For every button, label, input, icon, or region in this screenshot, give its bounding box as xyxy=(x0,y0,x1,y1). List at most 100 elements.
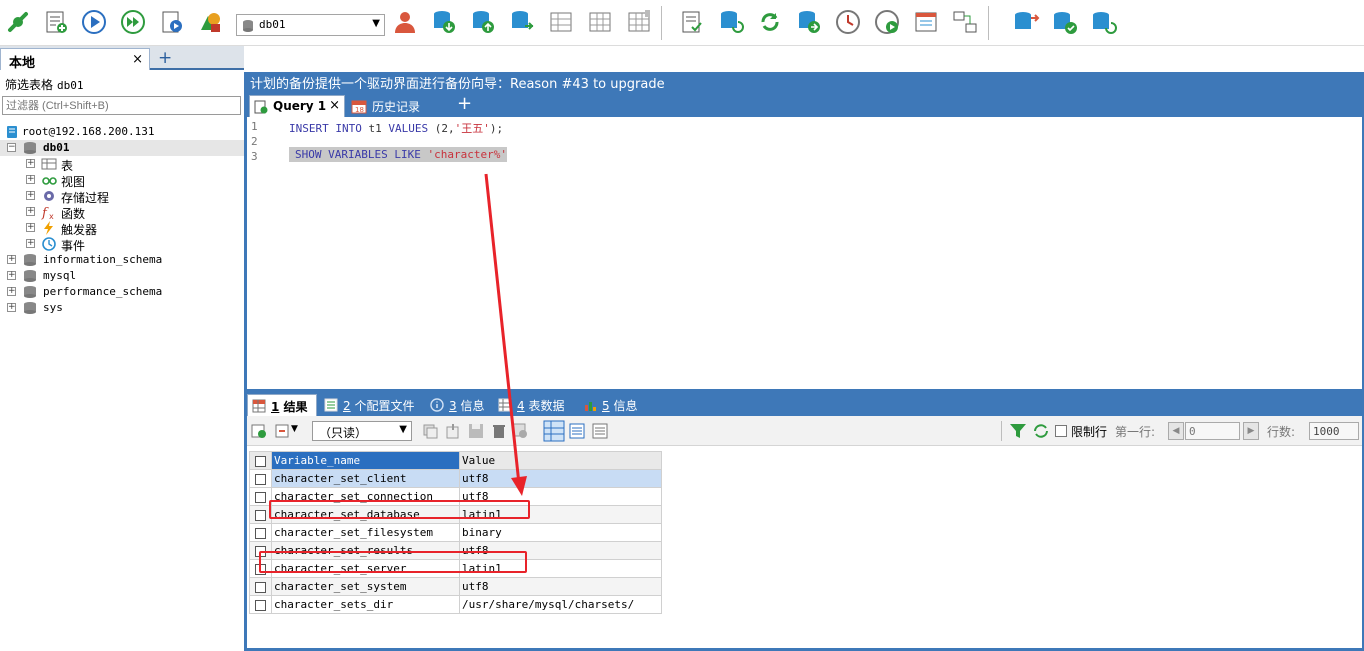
tree-connection[interactable]: root@192.168.200.131 xyxy=(4,124,244,140)
refresh-icon[interactable] xyxy=(1032,422,1050,440)
expand-icon[interactable]: + xyxy=(26,239,35,248)
expand-icon[interactable]: + xyxy=(26,207,35,216)
db-stack-icon[interactable] xyxy=(1012,8,1040,36)
row-checkbox[interactable] xyxy=(249,469,272,488)
column-header[interactable]: Value xyxy=(459,451,662,470)
play-next-icon[interactable] xyxy=(873,8,901,36)
window-icon[interactable] xyxy=(912,8,940,36)
run-all-icon[interactable] xyxy=(119,8,147,36)
tab-profiles[interactable]: 2 个配置文件 xyxy=(320,394,416,416)
row-checkbox[interactable] xyxy=(249,523,272,542)
tree-item-events[interactable]: + 事件 xyxy=(26,236,226,253)
filter-icon[interactable] xyxy=(1009,422,1027,440)
run-script-icon[interactable] xyxy=(158,8,186,36)
cell-variable-name[interactable]: character_sets_dir xyxy=(271,595,460,614)
delete-icon[interactable] xyxy=(490,422,508,440)
cell-variable-name[interactable]: character_set_filesystem xyxy=(271,523,460,542)
cell-value[interactable]: utf8 xyxy=(459,577,662,596)
collapse-icon[interactable]: − xyxy=(7,143,16,152)
close-icon[interactable]: × xyxy=(329,98,340,113)
sql-editor[interactable]: 1 2 3 INSERT INTO t1 VALUES (2,'王五'); SH… xyxy=(247,117,1362,389)
expand-icon[interactable]: + xyxy=(26,191,35,200)
schema-icon[interactable] xyxy=(197,8,225,36)
refresh-db-icon[interactable] xyxy=(717,8,745,36)
tree-db-information-schema[interactable]: + information_schema xyxy=(7,252,237,268)
duplicate-icon[interactable] xyxy=(444,422,462,440)
user-icon[interactable] xyxy=(391,8,419,36)
add-row-icon[interactable] xyxy=(250,422,268,440)
cell-variable-name[interactable]: character_set_client xyxy=(271,469,460,488)
cell-value[interactable]: binary xyxy=(459,523,662,542)
db-check-icon[interactable] xyxy=(1051,8,1079,36)
reload-icon[interactable] xyxy=(756,8,784,36)
tree-item-views[interactable]: + 视图 xyxy=(26,172,226,189)
tab-table-data[interactable]: 4 表数据 xyxy=(494,394,572,416)
expand-icon[interactable]: + xyxy=(7,303,16,312)
expand-icon[interactable]: + xyxy=(26,223,35,232)
diagram-icon[interactable] xyxy=(951,8,979,36)
select-all-checkbox[interactable] xyxy=(249,451,272,470)
tab-info[interactable]: 3 信息 xyxy=(426,394,492,416)
table-grid2-icon[interactable] xyxy=(625,8,653,36)
readonly-select[interactable]: （只读） ▼ xyxy=(312,421,412,441)
tab-info-5[interactable]: 5 信息 xyxy=(579,394,645,416)
first-row-input[interactable] xyxy=(1185,422,1240,440)
column-header[interactable]: Variable_name xyxy=(271,451,460,470)
sync-icon[interactable] xyxy=(508,8,536,36)
tree-db-mysql[interactable]: + mysql xyxy=(7,268,237,284)
grid-view-icon[interactable] xyxy=(543,420,565,442)
close-icon[interactable]: × xyxy=(132,52,143,67)
tree-item-triggers[interactable]: + 触发器 xyxy=(26,220,226,237)
expand-icon[interactable]: + xyxy=(7,255,16,264)
result-grid[interactable]: Variable_name Value character_set_client… xyxy=(249,451,662,614)
filter-input[interactable] xyxy=(2,96,241,115)
database-select[interactable]: db01 ▼ xyxy=(236,14,385,36)
cell-value[interactable]: utf8 xyxy=(459,469,662,488)
export-icon[interactable] xyxy=(274,422,292,440)
row-checkbox[interactable] xyxy=(249,577,272,596)
tab-result[interactable]: 1 结果 xyxy=(247,394,317,416)
copy-row-icon[interactable] xyxy=(421,422,439,440)
row-checkbox[interactable] xyxy=(249,595,272,614)
cell-variable-name[interactable]: character_set_system xyxy=(271,577,460,596)
tree-db-db01[interactable]: − db01 xyxy=(0,140,244,156)
text-view-icon[interactable] xyxy=(591,422,609,440)
cancel-icon[interactable] xyxy=(511,422,529,440)
restore-icon[interactable] xyxy=(469,8,497,36)
expand-icon[interactable]: + xyxy=(26,175,35,184)
expand-icon[interactable]: + xyxy=(26,159,35,168)
tree-db-sys[interactable]: + sys xyxy=(7,300,237,316)
table-row[interactable]: character_set_client utf8 xyxy=(249,469,662,488)
scheduler-icon[interactable] xyxy=(834,8,862,36)
table-row[interactable]: character_set_filesystem binary xyxy=(249,523,662,542)
form-view-icon[interactable] xyxy=(568,422,586,440)
limit-rows-checkbox[interactable] xyxy=(1055,425,1067,437)
tree-item-procedures[interactable]: + 存储过程 xyxy=(26,188,226,205)
expand-icon[interactable]: + xyxy=(7,287,16,296)
backup-icon[interactable] xyxy=(430,8,458,36)
table-row[interactable]: character_set_system utf8 xyxy=(249,577,662,596)
tree-item-tables[interactable]: + 表 xyxy=(26,156,226,173)
table-grid-icon[interactable] xyxy=(586,8,614,36)
cell-value[interactable]: /usr/share/mysql/charsets/ xyxy=(459,595,662,614)
db-add-icon[interactable] xyxy=(795,8,823,36)
tab-local[interactable]: 本地 × xyxy=(0,48,150,71)
rows-input[interactable] xyxy=(1309,422,1359,440)
next-page-button[interactable]: ▶ xyxy=(1243,422,1259,440)
table-row[interactable]: character_sets_dir /usr/share/mysql/char… xyxy=(249,595,662,614)
db-sync-icon[interactable] xyxy=(1090,8,1118,36)
upgrade-info-bar[interactable]: 计划的备份提供一个驱动界面进行备份向导：Reason #43 to upgrad… xyxy=(244,72,1364,92)
expand-icon[interactable]: + xyxy=(7,271,16,280)
prev-page-button[interactable]: ◀ xyxy=(1168,422,1184,440)
compare-icon[interactable] xyxy=(547,8,575,36)
tree-item-functions[interactable]: + fx 函数 xyxy=(26,204,226,221)
save-icon[interactable] xyxy=(467,422,485,440)
tab-query-1[interactable]: Query 1 × xyxy=(249,95,345,117)
tab-history[interactable]: 18 历史记录 xyxy=(349,95,439,117)
report-icon[interactable] xyxy=(678,8,706,36)
connection-icon[interactable] xyxy=(4,8,32,36)
run-icon[interactable] xyxy=(80,8,108,36)
new-query-icon[interactable] xyxy=(42,8,70,36)
chevron-down-icon[interactable]: ▼ xyxy=(291,424,309,442)
tree-db-performance-schema[interactable]: + performance_schema xyxy=(7,284,237,300)
